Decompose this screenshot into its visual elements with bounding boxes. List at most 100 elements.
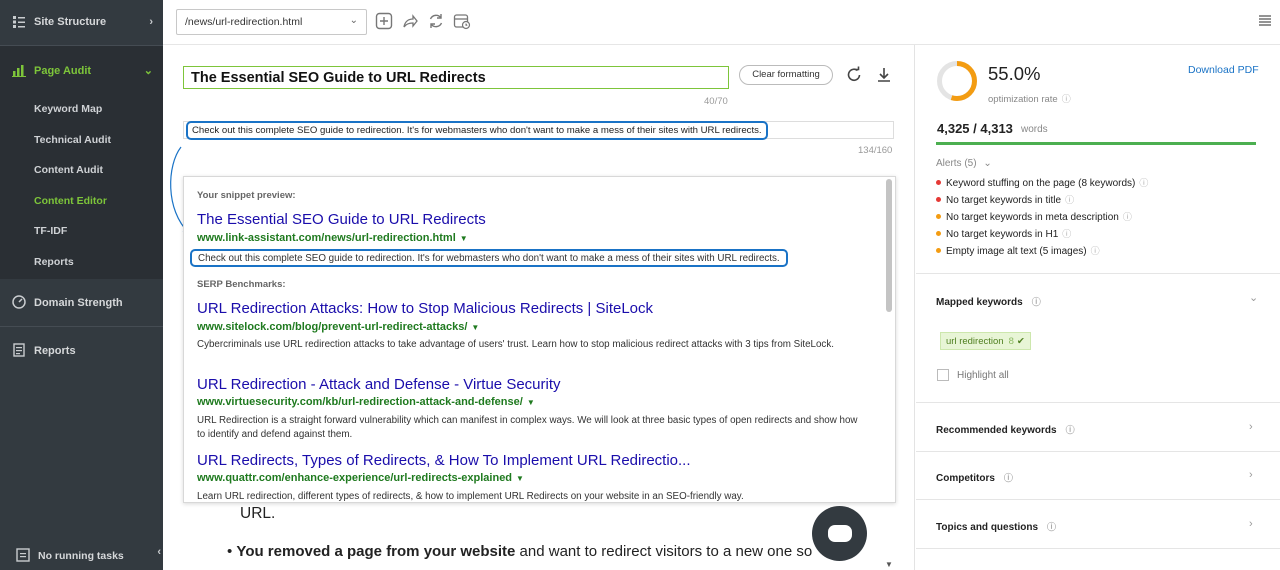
refresh-icon[interactable] — [427, 12, 445, 30]
info-icon[interactable]: ⓘ — [1065, 195, 1074, 205]
snippet-scrollbar[interactable] — [886, 179, 892, 312]
clear-formatting-button[interactable]: Clear formatting — [739, 65, 833, 85]
sidebar-subitem-keyword-map[interactable]: Keyword Map — [34, 103, 102, 115]
sidebar-item-label: Domain Strength — [34, 297, 123, 309]
add-icon[interactable] — [375, 12, 393, 30]
chevron-down-icon: ⌄ — [983, 158, 992, 169]
snippet-heading: Your snippet preview: — [197, 190, 296, 201]
section-title: Recommended keywords — [936, 425, 1057, 436]
chevron-down-icon: ⌄ — [349, 15, 358, 26]
serp-heading: SERP Benchmarks: — [197, 279, 286, 290]
serp-url-text: www.sitelock.com/blog/prevent-url-redire… — [197, 321, 468, 333]
menu-icon[interactable] — [1258, 14, 1272, 28]
scroll-down-icon[interactable]: ▼ — [885, 560, 893, 569]
alert-dot-icon — [936, 213, 941, 219]
body-rest-text: and want to redirect visitors to a new o… — [515, 543, 813, 560]
reports-icon — [13, 343, 25, 357]
info-icon[interactable]: ⓘ — [1062, 94, 1071, 104]
word-count-label: words — [1021, 124, 1048, 135]
info-icon[interactable]: ⓘ — [1004, 473, 1013, 483]
divider — [916, 402, 1280, 403]
collapse-sidebar-icon[interactable]: ‹ — [157, 546, 161, 558]
chat-button[interactable] — [812, 506, 867, 561]
sidebar-subitem-tf-idf[interactable]: TF-IDF — [34, 225, 67, 237]
alert-dot-icon — [936, 247, 941, 253]
sitemap-icon — [13, 16, 25, 28]
topics-questions-header[interactable]: Topics and questions ⓘ — [936, 520, 1056, 533]
snippet-preview-panel: Your snippet preview: The Essential SEO … — [183, 176, 896, 503]
recommended-keywords-header[interactable]: Recommended keywords ⓘ — [936, 423, 1075, 436]
competitors-header[interactable]: Competitors ⓘ — [936, 471, 1013, 484]
sidebar-item-reports[interactable]: Reports — [0, 327, 163, 372]
body-text: URL. — [240, 505, 276, 522]
optimization-panel: 55.0% optimization rate ⓘ Download PDF 4,… — [916, 45, 1280, 570]
alert-item: No target keywords in meta description ⓘ — [936, 210, 1132, 223]
alert-item: Empty image alt text (5 images) ⓘ — [936, 244, 1100, 257]
word-count: 4,325 / 4,313 — [937, 121, 1013, 136]
dropdown-arrow-icon: ▼ — [516, 474, 524, 483]
alert-text: No target keywords in H1 — [946, 229, 1059, 240]
info-icon[interactable]: ⓘ — [1047, 522, 1056, 532]
alert-item: Keyword stuffing on the page (8 keywords… — [936, 176, 1148, 189]
chevron-down-icon[interactable]: ⌄ — [1249, 291, 1258, 304]
schedule-icon[interactable] — [453, 12, 471, 30]
word-count-bar — [936, 142, 1256, 145]
body-bold-text: You removed a page from your website — [236, 543, 516, 560]
sidebar-item-page-audit[interactable]: Page Audit ⌄ — [0, 46, 163, 93]
info-icon[interactable]: ⓘ — [1123, 212, 1132, 222]
serp-url-text: www.quattr.com/enhance-experience/url-re… — [197, 472, 513, 484]
title-char-count: 40/70 — [704, 96, 728, 107]
sidebar-subitem-content-audit[interactable]: Content Audit — [34, 164, 103, 176]
dropdown-arrow-icon: ▼ — [471, 323, 480, 332]
info-icon[interactable]: ⓘ — [1091, 246, 1100, 256]
chevron-right-icon[interactable]: › — [1249, 469, 1253, 481]
mapped-keywords-header[interactable]: Mapped keywords ⓘ — [936, 295, 1041, 308]
chat-bubble-icon — [828, 525, 852, 542]
alert-dot-icon — [936, 230, 941, 236]
share-icon[interactable] — [401, 12, 419, 30]
serp-result-url: www.sitelock.com/blog/prevent-url-redire… — [197, 321, 479, 333]
url-select[interactable]: /news/url-redirection.html ⌄ — [176, 9, 367, 35]
serp-result-url: www.quattr.com/enhance-experience/url-re… — [197, 472, 524, 484]
info-icon[interactable]: ⓘ — [1066, 425, 1075, 435]
reload-icon[interactable] — [845, 66, 863, 84]
dropdown-arrow-icon: ▼ — [459, 234, 468, 243]
chevron-down-icon: ⌄ — [143, 65, 153, 77]
serp-result-title[interactable]: URL Redirection Attacks: How to Stop Mal… — [197, 300, 653, 317]
sidebar-subitem-content-editor[interactable]: Content Editor — [34, 195, 107, 207]
body-bullet: • You removed a page from your website a… — [227, 543, 813, 560]
chevron-right-icon[interactable]: › — [1249, 518, 1253, 530]
snippet-title[interactable]: The Essential SEO Guide to URL Redirects — [197, 211, 486, 228]
sidebar-footer-tasks[interactable]: No running tasks ‹ — [0, 540, 163, 570]
keyword-chip-count: 8 — [1008, 336, 1014, 347]
serp-url-text: www.virtuesecurity.com/kb/url-redirectio… — [197, 396, 523, 408]
sidebar-item-site-structure[interactable]: Site Structure › — [0, 0, 163, 45]
serp-result-title[interactable]: URL Redirection - Attack and Defense - V… — [197, 376, 561, 393]
tasks-icon — [16, 548, 30, 562]
optimization-score: 55.0% — [988, 63, 1041, 84]
alerts-heading: Alerts (5) — [936, 158, 977, 169]
alert-text: No target keywords in title — [946, 195, 1062, 206]
snippet-description: Check out this complete SEO guide to red… — [190, 249, 788, 267]
alert-item: No target keywords in title ⓘ — [936, 193, 1074, 206]
sidebar-item-label: Page Audit — [34, 65, 92, 77]
sidebar-subitem-reports[interactable]: Reports — [34, 256, 74, 268]
sidebar-item-domain-strength[interactable]: Domain Strength — [0, 280, 163, 325]
download-icon[interactable] — [875, 66, 893, 84]
gauge-icon — [12, 295, 26, 309]
serp-result-title[interactable]: URL Redirects, Types of Redirects, & How… — [197, 452, 691, 469]
download-pdf-link[interactable]: Download PDF — [1188, 64, 1259, 76]
alert-item: No target keywords in H1 ⓘ — [936, 227, 1071, 240]
section-title: Mapped keywords — [936, 297, 1023, 308]
tasks-status: No running tasks — [38, 550, 124, 562]
title-input[interactable]: The Essential SEO Guide to URL Redirects — [183, 66, 729, 89]
alerts-toggle[interactable]: Alerts (5) ⌄ — [936, 158, 992, 169]
info-icon[interactable]: ⓘ — [1062, 229, 1071, 239]
sidebar-subitem-technical-audit[interactable]: Technical Audit — [34, 134, 111, 146]
highlight-all-checkbox[interactable] — [937, 369, 949, 381]
info-icon[interactable]: ⓘ — [1139, 178, 1148, 188]
keyword-chip[interactable]: url redirection 8 ✔ — [940, 332, 1031, 350]
info-icon[interactable]: ⓘ — [1032, 297, 1041, 307]
description-value[interactable]: Check out this complete SEO guide to red… — [186, 121, 768, 140]
chevron-right-icon[interactable]: › — [1249, 421, 1253, 433]
